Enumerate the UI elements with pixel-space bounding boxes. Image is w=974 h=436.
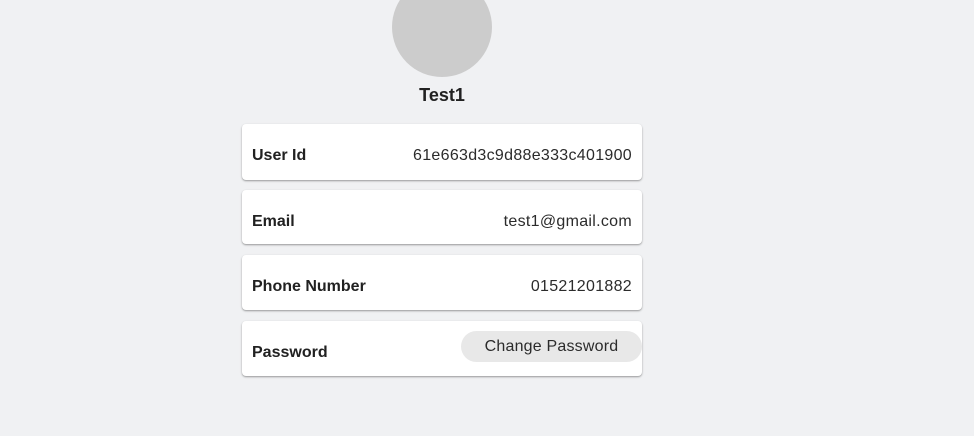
email-value: test1@gmail.com xyxy=(503,213,632,230)
email-card: Email test1@gmail.com xyxy=(242,190,642,244)
change-password-button[interactable]: Change Password xyxy=(461,331,642,362)
phone-card: Phone Number 01521201882 xyxy=(242,255,642,310)
user-id-label: User Id xyxy=(252,147,307,164)
password-label: Password xyxy=(252,344,328,361)
user-id-value: 61e663d3c9d88e333c401900 xyxy=(413,147,632,164)
profile-username: Test1 xyxy=(419,85,465,105)
avatar xyxy=(392,0,492,77)
email-label: Email xyxy=(252,213,295,230)
user-id-card: User Id 61e663d3c9d88e333c401900 xyxy=(242,124,642,180)
phone-value: 01521201882 xyxy=(530,278,632,295)
password-card: Password Change Password xyxy=(242,321,642,376)
phone-label: Phone Number xyxy=(252,278,366,295)
